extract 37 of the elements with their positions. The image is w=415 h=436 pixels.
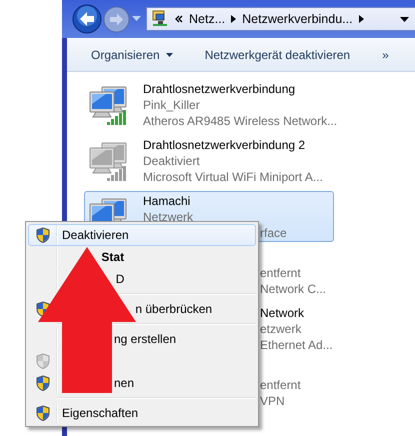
connection-status: entfernt [260,377,301,393]
toolbar-button[interactable]: Netzwerkgerät deaktivieren [198,44,356,66]
address-bar[interactable]: Netz... Netzwerkverbindu... [146,7,415,31]
shield-icon [34,374,50,392]
shield-icon [34,226,50,244]
address-dropdown-icon[interactable] [400,16,409,22]
breadcrumb-segment[interactable]: Netzwerkverbindu... [242,10,353,28]
connection-name: Drahtlosnetzwerkverbindung [143,81,296,97]
connection-item[interactable]: Drahtlosnetzwerkverbindung 2 Deaktiviert Microsoft Virtual WiFi Miniport A... [84,135,334,186]
connection-name: Hamachi [143,193,190,209]
adapter-name: Ethernet Ad... [260,337,333,353]
network-folder-icon [151,10,169,28]
breadcrumb-arrow-icon[interactable] [231,15,236,23]
menu-item[interactable]: Eigenschaften [28,402,256,424]
breadcrumb-arrow-icon[interactable] [358,15,364,23]
connection-status: Deaktiviert [143,153,200,169]
connection-status: Netzwerk [143,209,194,225]
connection-name: Network [260,305,304,321]
adapter-name: Network C... [260,281,326,297]
toolbar-button[interactable]: Organisieren [85,44,179,66]
adapter-name: Microsoft Virtual WiFi Miniport A... [143,169,323,185]
adapter-name: VPN [260,393,285,409]
connection-name: Drahtlosnetzwerkverbindung 2 [143,137,306,153]
forward-button[interactable] [103,6,130,32]
breadcrumb-segment[interactable]: Netz... [189,10,226,28]
shield-icon [34,352,50,370]
breadcrumb-overflow-icon[interactable] [175,15,183,23]
connection-status: Pink_Killer [143,97,200,113]
adapter-name: rface [260,225,287,241]
shield-icon [34,404,50,422]
back-button[interactable] [72,4,102,34]
connection-status: etzwerk [260,321,302,337]
menu-item[interactable]: Deaktivieren [28,224,256,246]
connection-status: entfernt [260,265,301,281]
caret-icon [166,53,173,57]
toolbar-button[interactable]: » [376,44,395,66]
history-dropdown-icon[interactable] [132,16,141,22]
